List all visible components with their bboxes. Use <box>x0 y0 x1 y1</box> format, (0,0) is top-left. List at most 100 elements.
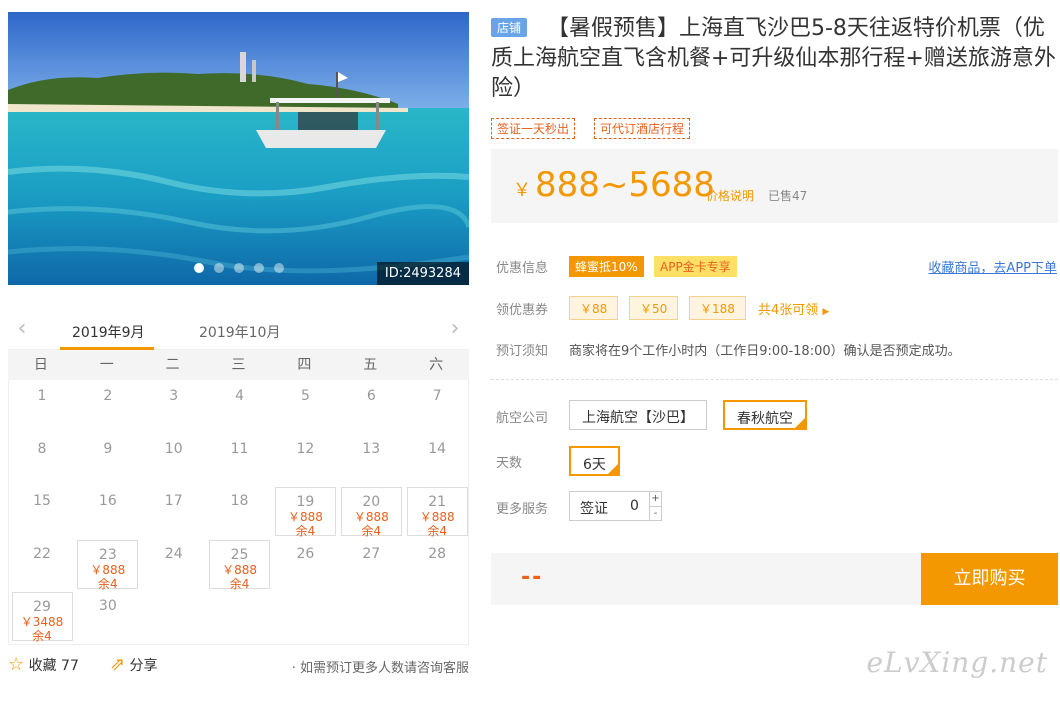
weekday-label: 二 <box>165 357 180 373</box>
buy-now-button[interactable]: 立即购买 <box>921 553 1058 605</box>
airline-label: 航空公司 <box>496 411 549 426</box>
calendar-day: 30 <box>77 592 138 641</box>
day-number: 6 <box>366 388 376 404</box>
day-stock: 余4 <box>98 576 118 591</box>
store-badge: 店铺 <box>491 18 528 37</box>
day-number: 4 <box>235 388 245 404</box>
calendar-day[interactable]: 23 ￥888 余4 <box>77 539 139 591</box>
booking-notice: 商家将在9个工作小时内（工作日9:00-18:00）确认是否预定成功。 <box>569 344 961 359</box>
day-price: ￥3488 <box>20 615 64 629</box>
carousel-dot[interactable] <box>273 263 284 273</box>
day-number: 2 <box>103 388 113 404</box>
minus-icon[interactable]: - <box>649 506 661 520</box>
calendar-day[interactable]: 21 ￥888 余4 <box>406 487 468 538</box>
coupon-188[interactable]: ￥188 <box>689 296 746 320</box>
day-number: 19 <box>296 494 315 510</box>
calendar-day: 14 <box>407 435 468 484</box>
tab-month-september[interactable]: 2019年9月 <box>72 322 145 342</box>
calendar-day: 6 <box>341 382 402 431</box>
weekday-label: 一 <box>99 357 114 373</box>
coupon-88[interactable]: ￥88 <box>569 296 619 320</box>
day-number: 30 <box>98 598 117 614</box>
weekday-label: 日 <box>33 357 48 373</box>
day-number: 7 <box>432 388 442 404</box>
calendar-day: 4 <box>209 382 270 431</box>
day-stock: 余4 <box>361 524 382 538</box>
calendar-day: 5 <box>275 382 336 431</box>
day-price: ￥888 <box>90 562 126 577</box>
deal-badge: 蜂蜜抵10% <box>569 256 644 277</box>
calendar-day: 12 <box>275 435 336 484</box>
currency-symbol: ￥ <box>513 180 531 201</box>
calendar-day: 17 <box>143 487 204 536</box>
beach-photo <box>8 12 469 285</box>
day-number: 8 <box>37 440 47 457</box>
share-button[interactable]: ⇗ 分享 <box>110 654 158 675</box>
day-number: 10 <box>164 440 183 457</box>
calendar-day: 3 <box>143 382 204 431</box>
day-number: 11 <box>230 440 249 457</box>
divider <box>491 379 1058 380</box>
calendar-day[interactable]: 19 ￥888 余4 <box>274 487 336 538</box>
calendar-day: 7 <box>407 382 468 431</box>
share-label: 分享 <box>129 658 158 674</box>
calendar-day: 9 <box>77 435 138 484</box>
price-range: ￥ 888~5688 <box>513 165 715 205</box>
more-service-label: 更多服务 <box>496 502 549 517</box>
weekday-label: 五 <box>363 357 378 373</box>
chevron-left-icon[interactable]: ‹ <box>10 316 34 341</box>
coupon-label: 领优惠券 <box>496 303 549 318</box>
watermark: eLvXing.net <box>866 646 1048 679</box>
day-number: 28 <box>428 545 447 562</box>
coupon-more-link[interactable]: 共4张可领 ▶ <box>758 299 829 318</box>
calendar-day: 22 <box>12 540 73 589</box>
airline-option-shanghai[interactable]: 上海航空【沙巴】 <box>569 400 707 430</box>
calendar-day: 16 <box>77 487 138 536</box>
calendar-month-nav: ‹ 2019年9月 2019年10月 › <box>8 312 469 350</box>
triangle-right-icon: ▶ <box>822 307 830 317</box>
day-number: 13 <box>362 440 381 457</box>
day-number: 18 <box>230 493 249 509</box>
favorite-app-link[interactable]: 收藏商品，去APP下单 <box>928 257 1057 276</box>
share-icon: ⇗ <box>110 654 126 675</box>
calendar-day: 10 <box>143 435 204 484</box>
carousel-dot[interactable] <box>233 263 244 273</box>
day-number: 5 <box>300 388 310 404</box>
notice-label: 预订须知 <box>496 344 549 359</box>
day-number: 9 <box>103 440 113 457</box>
total-price: -- <box>521 565 544 590</box>
carousel-dot[interactable] <box>213 263 224 273</box>
image-id-label: ID:2493284 <box>376 262 469 285</box>
calendar-day[interactable]: 25 ￥888 余4 <box>209 539 271 590</box>
day-number: 23 <box>98 546 117 563</box>
visa-quantity-stepper: 签证 0 + - <box>569 491 662 521</box>
calendar-day: 27 <box>341 540 402 589</box>
days-option-6[interactable]: 6天 <box>569 446 620 476</box>
carousel-dot[interactable] <box>253 263 264 273</box>
calendar-weekday-header: 日一二三四五六 <box>8 350 469 380</box>
contact-note: · 如需预订更多人数请咨询客服 <box>291 661 469 676</box>
chevron-right-icon[interactable]: › <box>443 316 467 341</box>
day-number: 15 <box>33 493 51 509</box>
favorite-button[interactable]: ☆ 收藏 77 <box>8 654 79 675</box>
sold-count: 已售47 <box>768 189 808 203</box>
plus-icon[interactable]: + <box>649 492 661 506</box>
weekday-label: 三 <box>231 357 246 373</box>
price-note-link[interactable]: 价格说明 <box>706 187 754 204</box>
carousel-dot[interactable] <box>193 263 204 273</box>
price-box: ￥ 888~5688 价格说明 已售47 <box>491 149 1058 223</box>
product-title: 【暑假预售】上海直飞沙巴5-8天往返特价机票（优质上海航空直飞含机餐+可升级仙本… <box>491 16 1056 101</box>
day-number: 22 <box>33 545 51 562</box>
tab-month-october[interactable]: 2019年10月 <box>199 322 280 342</box>
airline-option-spring[interactable]: 春秋航空 <box>723 400 807 430</box>
calendar-day[interactable]: 20 ￥888 余4 <box>340 487 402 538</box>
product-image[interactable]: ID:2493284 <box>8 12 469 285</box>
calendar-day: 24 <box>143 540 204 589</box>
price-value: 888~5688 <box>535 165 715 205</box>
coupon-50[interactable]: ￥50 <box>629 296 679 320</box>
calendar-day: 11 <box>209 435 270 484</box>
day-number: 3 <box>169 388 179 404</box>
calendar-day[interactable]: 29 ￥3488 余4 <box>11 592 73 643</box>
day-price: ￥888 <box>287 510 323 524</box>
service-quantity[interactable]: 0 <box>630 498 639 514</box>
